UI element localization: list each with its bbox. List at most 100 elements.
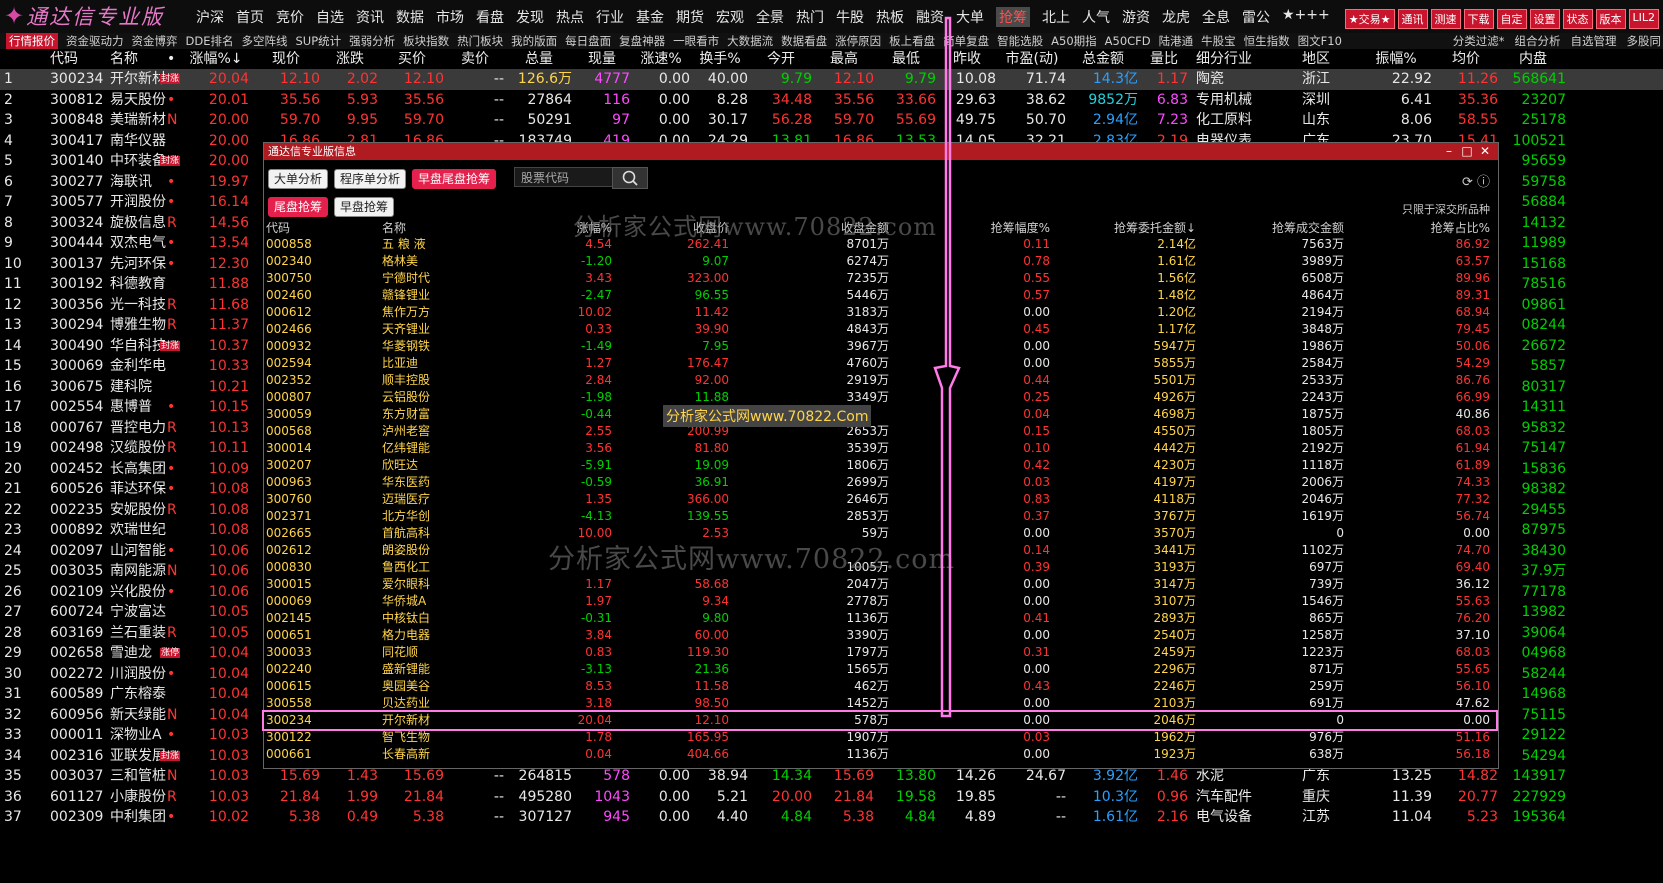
top-right-button[interactable]: 测速 bbox=[1430, 9, 1461, 29]
quote-header-cell[interactable]: 换手% bbox=[692, 49, 748, 69]
function-tab[interactable]: 强弱分析 bbox=[349, 33, 395, 49]
dialog-sub-tab[interactable]: 早盘抢筹 bbox=[334, 197, 395, 217]
top-right-button[interactable]: 下载 bbox=[1463, 9, 1494, 29]
quote-header-cell[interactable]: • bbox=[167, 49, 183, 69]
quote-header-cell[interactable]: 现量 bbox=[574, 49, 630, 69]
quote-header-cell[interactable]: 地区 bbox=[1302, 49, 1352, 69]
function-tab[interactable]: 图文F10 bbox=[1298, 33, 1342, 49]
quote-row[interactable]: 37 002309 中利集团 • 10.02 5.38 0.49 5.38 -- 307127 94… bbox=[0, 807, 1663, 828]
function-tab[interactable]: 板块指数 bbox=[403, 33, 449, 49]
function-tab[interactable]: 多空阵线 bbox=[241, 33, 287, 49]
dialog-tab[interactable]: 程序单分析 bbox=[334, 169, 407, 189]
rush-row[interactable]: 000807 云铝股份 -1.98 11.88 3349万 0.25 4926万 2243万 6… bbox=[264, 389, 1496, 406]
quote-header-cell[interactable]: 今开 bbox=[750, 49, 812, 69]
menu-item[interactable]: 全景 bbox=[756, 7, 784, 27]
menu-item[interactable]: 沪深 bbox=[196, 7, 224, 27]
quote-header-cell[interactable]: 涨幅%↓ bbox=[183, 49, 249, 69]
rush-row[interactable]: 300750 宁德时代 3.43 323.00 7235万 0.55 1.56亿 6508万 8… bbox=[264, 270, 1496, 287]
function-tab[interactable]: A50期指 bbox=[1051, 33, 1097, 49]
quote-header-cell[interactable]: 名称 bbox=[110, 49, 166, 69]
menu-item[interactable]: 北上 bbox=[1042, 7, 1070, 27]
quote-header-cell[interactable]: 内盘 bbox=[1500, 49, 1566, 69]
top-right-button[interactable]: ★交易★ bbox=[1344, 9, 1395, 29]
top-right-button[interactable]: 状态 bbox=[1562, 9, 1593, 29]
function-tab[interactable]: 每日盘面 bbox=[565, 33, 611, 49]
rush-row[interactable]: 000069 华侨城A 1.97 9.34 2778万 0.00 3107万 1546万 55.… bbox=[264, 593, 1496, 610]
rush-row[interactable]: 000568 泸州老窖 2.55 200.99 2653万 0.15 4550万 1805万 6… bbox=[264, 423, 1496, 440]
close-icon[interactable]: ✕ bbox=[1476, 143, 1494, 160]
menu-item[interactable]: 数据 bbox=[396, 7, 424, 27]
quote-row[interactable]: 35 003037 三和管桩 N 10.03 15.69 1.43 15.69 -- 264815… bbox=[0, 766, 1663, 787]
maximize-icon[interactable]: □ bbox=[1458, 143, 1476, 160]
menu-item[interactable]: 抢筹 bbox=[996, 7, 1030, 27]
top-right-button[interactable]: 自定 bbox=[1496, 9, 1527, 29]
menu-item[interactable]: 行业 bbox=[596, 7, 624, 27]
menu-item[interactable]: 首页 bbox=[236, 7, 264, 27]
rush-row[interactable]: 000661 长春高新 0.04 404.66 1136万 0.00 1923万 638万 56… bbox=[264, 746, 1496, 763]
quote-row[interactable]: 36 601127 小康股份 R 10.03 21.84 1.99 21.84 -- 495280… bbox=[0, 787, 1663, 808]
rush-row[interactable]: 300059 东方财富 -0.44 0.04 4698万 1875万 40.86 bbox=[264, 406, 1496, 423]
quote-header-cell[interactable]: 总量 bbox=[506, 49, 572, 69]
rush-header-cell[interactable]: 抢筹成交金额 bbox=[1214, 220, 1344, 236]
quote-header-cell[interactable]: 最高 bbox=[814, 49, 874, 69]
search-button[interactable] bbox=[612, 167, 648, 189]
dialog-tab[interactable]: 早盘尾盘抢筹 bbox=[412, 169, 497, 189]
rush-row[interactable]: 000615 奥园美谷 8.53 11.58 462万 0.43 2246万 259万 56.1… bbox=[264, 678, 1496, 695]
rush-header-cell[interactable]: 代码 bbox=[266, 220, 346, 236]
top-right-button[interactable]: 版本 bbox=[1595, 9, 1626, 29]
function-tab[interactable]: 涨停原因 bbox=[835, 33, 881, 49]
top-right-button[interactable]: LIL2 bbox=[1628, 9, 1659, 29]
menu-item[interactable]: ★+++ bbox=[1282, 7, 1330, 27]
right-function-tab[interactable]: 多股同 bbox=[1627, 33, 1662, 49]
function-tab[interactable]: 我的版面 bbox=[511, 33, 557, 49]
top-right-button[interactable]: 设置 bbox=[1529, 9, 1560, 29]
rush-row[interactable]: 300014 亿纬锂能 3.56 81.80 3539万 0.10 4442万 2192万 61… bbox=[264, 440, 1496, 457]
function-tab[interactable]: 一眼看市 bbox=[673, 33, 719, 49]
menu-item[interactable]: 自选 bbox=[316, 7, 344, 27]
quote-header-cell[interactable]: 市盈(动) bbox=[998, 49, 1066, 69]
function-tab[interactable]: 数据看盘 bbox=[781, 33, 827, 49]
minimize-icon[interactable]: – bbox=[1440, 143, 1458, 160]
function-tab[interactable]: 复盘神器 bbox=[619, 33, 665, 49]
menu-item[interactable]: 龙虎 bbox=[1162, 7, 1190, 27]
quote-header-cell[interactable]: 卖价 bbox=[446, 49, 504, 69]
function-tab[interactable]: 智能选股 bbox=[997, 33, 1043, 49]
quote-header-cell[interactable]: 均价 bbox=[1434, 49, 1498, 69]
rush-row[interactable]: 000963 华东医药 -0.59 36.91 2699万 0.03 4197万 2006万 7… bbox=[264, 474, 1496, 491]
function-tab[interactable]: 恒生指数 bbox=[1244, 33, 1290, 49]
rush-row[interactable]: 000651 格力电器 3.84 60.00 3390万 0.00 2540万 1258万 37… bbox=[264, 627, 1496, 644]
function-tab[interactable]: 大数据流 bbox=[727, 33, 773, 49]
dialog-sub-tab[interactable]: 尾盘抢筹 bbox=[268, 197, 329, 217]
rush-row[interactable]: 002240 盛新锂能 -3.13 21.36 1565万 0.00 2296万 871万 55… bbox=[264, 661, 1496, 678]
rush-row[interactable]: 002352 顺丰控股 2.84 92.00 2919万 0.44 5501万 2533万 86… bbox=[264, 372, 1496, 389]
rush-row[interactable]: 002460 赣锋锂业 -2.47 96.55 5446万 0.57 1.48亿 4864万 8… bbox=[264, 287, 1496, 304]
rush-row[interactable]: 002340 格林美 -1.20 9.07 6274万 0.78 1.61亿 3989万 63.… bbox=[264, 253, 1496, 270]
rush-row[interactable]: 300558 贝达药业 3.18 98.50 1452万 0.00 2103万 691万 47.… bbox=[264, 695, 1496, 712]
rush-header-cell[interactable]: 抢筹占比% bbox=[1354, 220, 1490, 236]
menu-item[interactable]: 热门 bbox=[796, 7, 824, 27]
quote-row[interactable]: 1 300234 开尔新材 20.04 12.10 2.02 12.10 -- 126.6万 47… bbox=[0, 69, 1663, 90]
rush-row[interactable]: 002466 天齐锂业 0.33 39.90 4843万 0.45 1.17亿 3848万 79… bbox=[264, 321, 1496, 338]
quote-header-cell[interactable]: 买价 bbox=[380, 49, 444, 69]
help-icon[interactable]: ⓘ bbox=[1477, 175, 1490, 190]
rush-row[interactable]: 002371 北方华创 -4.13 139.55 2853万 0.37 3767万 1619万… bbox=[264, 508, 1496, 525]
menu-item[interactable]: 全息 bbox=[1202, 7, 1230, 27]
function-tab[interactable]: DDE排名 bbox=[186, 33, 234, 49]
rush-row[interactable]: 002145 中核钛白 -0.31 9.80 1136万 0.41 2893万 865万 76.… bbox=[264, 610, 1496, 627]
rush-row[interactable]: 300122 智飞生物 1.78 165.95 1907万 0.03 1962万 976万 51… bbox=[264, 729, 1496, 746]
refresh-icon[interactable]: ⟳ bbox=[1462, 175, 1473, 190]
rush-row[interactable]: 300760 迈瑞医疗 1.35 366.00 2646万 0.83 4118万 2046万 7… bbox=[264, 491, 1496, 508]
rush-header-cell[interactable]: 抢筹委托金额↓ bbox=[1064, 220, 1196, 236]
rush-row[interactable]: 000612 焦作万方 10.02 11.42 3183万 0.00 1.20亿 2194万 6… bbox=[264, 304, 1496, 321]
function-tab[interactable]: 行情报价 bbox=[6, 33, 58, 49]
menu-item[interactable]: 期货 bbox=[676, 7, 704, 27]
menu-item[interactable]: 人气 bbox=[1082, 7, 1110, 27]
right-function-tab[interactable]: 组合分析 bbox=[1515, 33, 1561, 49]
quote-header-cell[interactable]: 最低 bbox=[876, 49, 936, 69]
menu-item[interactable]: 游资 bbox=[1122, 7, 1150, 27]
rush-row[interactable]: 300015 爱尔眼科 1.17 58.68 2047万 0.00 3147万 739万 36.… bbox=[264, 576, 1496, 593]
quote-header-cell[interactable]: 现价 bbox=[252, 49, 320, 69]
quote-row[interactable]: 2 300812 易天股份 • 20.01 35.56 5.93 35.56 -- 27864 11… bbox=[0, 90, 1663, 111]
quote-header-cell[interactable]: 量比 bbox=[1140, 49, 1188, 69]
function-tab[interactable]: A50CFD bbox=[1105, 33, 1151, 49]
